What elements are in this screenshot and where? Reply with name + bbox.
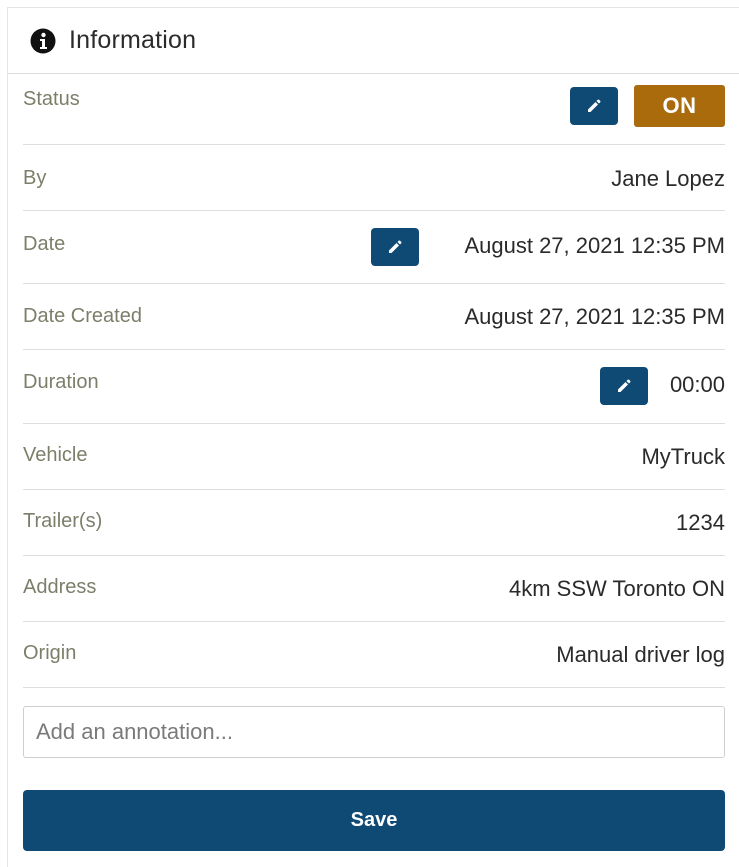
row-duration: Duration 00:00 xyxy=(23,350,725,424)
row-by: By Jane Lopez xyxy=(23,145,725,211)
pencil-icon xyxy=(389,240,402,253)
edit-status-button[interactable] xyxy=(570,87,618,125)
row-origin: Origin Manual driver log xyxy=(23,622,725,688)
address-value: 4km SSW Toronto ON xyxy=(509,576,725,601)
pencil-icon xyxy=(588,99,601,112)
row-vehicle: Vehicle MyTruck xyxy=(23,424,725,490)
edit-date-button[interactable] xyxy=(371,228,419,266)
date-label: Date xyxy=(23,233,66,255)
origin-label: Origin xyxy=(23,642,77,664)
annotation-input[interactable] xyxy=(23,706,725,758)
pencil-icon xyxy=(618,379,631,392)
origin-value: Manual driver log xyxy=(556,642,725,667)
info-rows: Status ON By Jane Lopez Date August 27, … xyxy=(23,67,725,688)
date-created-value: August 27, 2021 12:35 PM xyxy=(464,304,725,329)
status-label: Status xyxy=(23,88,80,110)
status-badge[interactable]: ON xyxy=(634,85,725,127)
row-date: Date August 27, 2021 12:35 PM xyxy=(23,211,725,284)
row-trailers: Trailer(s) 1234 xyxy=(23,490,725,556)
date-created-label: Date Created xyxy=(23,305,142,327)
row-status: Status ON xyxy=(23,67,725,145)
vehicle-value: MyTruck xyxy=(641,444,725,469)
address-label: Address xyxy=(23,576,97,598)
row-address: Address 4km SSW Toronto ON xyxy=(23,556,725,622)
trailers-value: 1234 xyxy=(676,510,725,535)
info-circle-icon xyxy=(30,28,56,54)
duration-label: Duration xyxy=(23,371,99,393)
row-date-created: Date Created August 27, 2021 12:35 PM xyxy=(23,284,725,350)
save-button[interactable]: Save xyxy=(23,790,725,851)
trailers-label: Trailer(s) xyxy=(23,510,103,532)
vehicle-label: Vehicle xyxy=(23,444,88,466)
edit-duration-button[interactable] xyxy=(600,367,648,405)
by-label: By xyxy=(23,167,47,189)
panel-header: Information xyxy=(8,8,739,74)
date-value: August 27, 2021 12:35 PM xyxy=(464,233,725,258)
duration-value: 00:00 xyxy=(669,372,725,397)
panel-title: Information xyxy=(69,26,197,54)
by-value: Jane Lopez xyxy=(611,166,725,191)
